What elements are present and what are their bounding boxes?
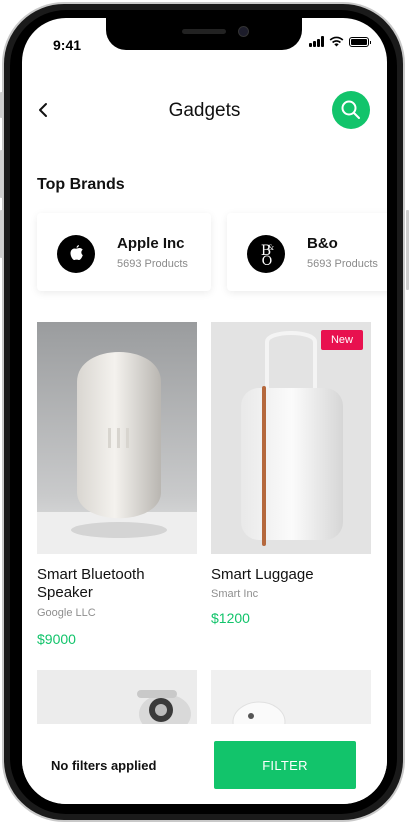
product-price: $9000 — [37, 631, 76, 647]
wifi-icon — [329, 36, 344, 47]
brand-name: Apple Inc — [117, 235, 185, 252]
product-image: New — [211, 322, 371, 554]
app-screen: 9:41 Gadgets Top Brands Apple Inc 5693 P… — [22, 18, 387, 804]
search-button[interactable] — [332, 91, 370, 129]
product-image — [211, 670, 371, 730]
product-image — [37, 670, 197, 730]
svg-text:&: & — [268, 244, 274, 252]
product-brand: Smart Inc — [211, 588, 259, 600]
brand-card-apple[interactable]: Apple Inc 5693 Products — [37, 213, 211, 291]
product-price: $1200 — [211, 610, 250, 626]
cellular-signal-icon — [309, 36, 324, 47]
product-brand: Google LLC — [37, 607, 96, 619]
volume-down-button — [0, 210, 3, 258]
bottom-filter-bar: No filters applied FILTER — [22, 724, 387, 804]
filter-button[interactable]: FILTER — [214, 741, 356, 789]
brand-product-count: 5693 Products — [307, 258, 378, 270]
product-name: Smart Bluetooth Speaker — [37, 566, 145, 601]
bo-logo-icon: B & O — [247, 235, 285, 273]
mute-switch — [0, 92, 3, 118]
new-badge: New — [320, 330, 363, 350]
brand-card-bo[interactable]: B & O B&o 5693 Products — [227, 213, 387, 291]
product-name: Smart Luggage — [211, 566, 314, 583]
volume-up-button — [0, 150, 3, 198]
camera-icon — [238, 26, 249, 37]
filter-status: No filters applied — [51, 758, 157, 773]
status-icons — [309, 36, 371, 47]
top-brands-title: Top Brands — [37, 176, 125, 193]
brand-product-count: 5693 Products — [117, 258, 188, 270]
speaker-grille — [182, 29, 226, 34]
product-image — [37, 322, 197, 554]
brand-name: B&o — [307, 235, 338, 252]
battery-icon — [349, 36, 371, 47]
status-time: 9:41 — [53, 37, 82, 53]
svg-text:O: O — [262, 254, 273, 269]
apple-logo-icon — [57, 235, 95, 273]
search-icon — [341, 100, 360, 119]
notch — [106, 18, 302, 50]
